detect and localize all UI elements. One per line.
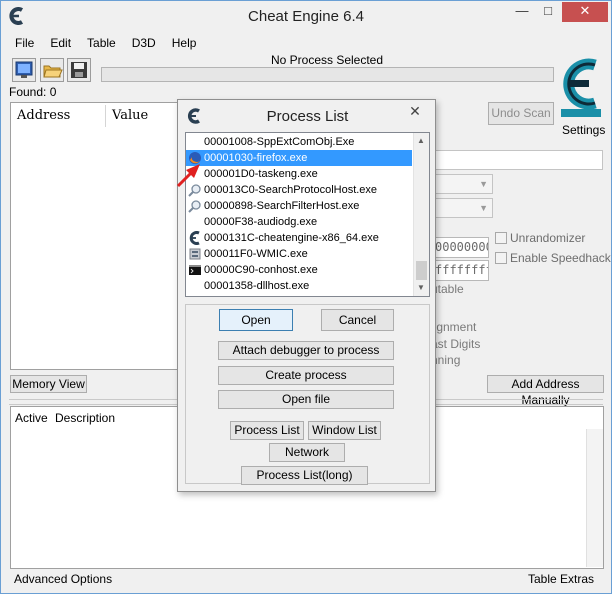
attach-debugger-button[interactable]: Attach debugger to process (218, 341, 394, 360)
settings-label[interactable]: Settings (562, 123, 605, 137)
network-tab-button[interactable]: Network (269, 443, 345, 462)
process-name: 0000131C-cheatengine-x86_64.exe (204, 232, 379, 244)
process-list-long-button[interactable]: Process List(long) (241, 466, 368, 485)
scroll-down-icon[interactable]: ▼ (417, 283, 425, 292)
save-icon (71, 62, 87, 78)
alignment-option-label: lignment (431, 320, 477, 334)
process-listbox[interactable]: 00001008-SppExtComObj.Exe 00001030-firef… (185, 132, 430, 297)
value-type-select[interactable]: ▼ (431, 198, 493, 218)
search-icon (188, 200, 201, 213)
undo-scan-button[interactable]: Undo Scan (488, 102, 554, 125)
column-value[interactable]: Value (106, 105, 186, 127)
process-list-scrollbar[interactable]: ▲ ▼ (413, 133, 429, 296)
process-row[interactable]: 000001D0-taskeng.exe (186, 166, 412, 182)
title-bar: Cheat Engine 6.4 — □ ✕ (1, 1, 611, 32)
cheat-engine-logo-icon[interactable] (555, 53, 607, 119)
add-address-manually-button[interactable]: Add Address Manually (487, 375, 604, 407)
scan-value-input[interactable] (431, 150, 603, 170)
minimize-button[interactable]: — (509, 2, 535, 22)
create-process-button[interactable]: Create process (218, 366, 394, 385)
checkbox-box (495, 232, 507, 244)
open-file-button[interactable]: Open file (218, 390, 394, 409)
scan-type-select[interactable]: ▼ (431, 174, 493, 194)
window-list-tab-button[interactable]: Window List (308, 421, 381, 440)
console-icon (189, 265, 201, 275)
speedhack-label: Enable Speedhack (510, 251, 611, 265)
process-name: 00001030-firefox.exe (204, 152, 308, 164)
unrandomizer-label: Unrandomizer (510, 231, 586, 245)
column-address[interactable]: Address (11, 105, 106, 127)
selected-process-label: No Process Selected (270, 53, 384, 67)
menu-edit[interactable]: Edit (42, 35, 79, 53)
process-name: 00000898-SearchFilterHost.exe (204, 200, 360, 212)
process-name: 00001008-SppExtComObj.Exe (204, 136, 355, 148)
process-row[interactable]: 000013C0-SearchProtocolHost.exe (186, 182, 412, 198)
annotation-arrow-icon (176, 164, 200, 188)
scan-progress-bar (101, 67, 554, 82)
advanced-options-link[interactable]: Advanced Options (14, 572, 112, 586)
process-list-tab-button[interactable]: Process List (230, 421, 304, 440)
process-row[interactable]: 00001358-dllhost.exe (186, 278, 412, 294)
start-address-input[interactable]: 00000000 (431, 237, 489, 258)
process-name: 00001358-dllhost.exe (204, 280, 310, 292)
menu-help[interactable]: Help (164, 35, 205, 53)
process-name: 000011F0-WMIC.exe (204, 248, 308, 260)
process-name: 00000C90-conhost.exe (204, 264, 318, 276)
menu-bar: File Edit Table D3D Help (7, 35, 204, 53)
chevron-down-icon: ▼ (479, 203, 488, 213)
menu-table[interactable]: Table (79, 35, 124, 53)
cheatengine-icon (189, 231, 200, 245)
scrollbar-thumb[interactable] (416, 261, 427, 280)
wmic-icon (189, 248, 201, 260)
process-row[interactable]: 00001008-SppExtComObj.Exe (186, 134, 412, 150)
menu-d3d[interactable]: D3D (124, 35, 164, 53)
cancel-button[interactable]: Cancel (321, 309, 394, 331)
open-process-icon (15, 61, 33, 78)
scroll-up-icon[interactable]: ▲ (417, 136, 425, 145)
column-description[interactable]: Description (55, 411, 115, 425)
checkbox-box (495, 252, 507, 264)
process-name: 000013C0-SearchProtocolHost.exe (204, 184, 378, 196)
process-row-selected[interactable]: 00001030-firefox.exe (186, 150, 412, 166)
process-name: 000001D0-taskeng.exe (204, 168, 318, 180)
unrandomizer-checkbox[interactable]: Unrandomizer (495, 231, 585, 245)
save-button[interactable] (67, 58, 91, 82)
maximize-button[interactable]: □ (535, 2, 561, 22)
process-name: 00000F38-audiodg.exe (204, 216, 318, 228)
stop-address-input[interactable]: ffffffff (431, 260, 489, 281)
open-button[interactable]: Open (219, 309, 293, 331)
process-row[interactable]: 00000F38-audiodg.exe (186, 214, 412, 230)
chevron-down-icon: ▼ (479, 179, 488, 189)
process-row[interactable]: 00000C90-conhost.exe (186, 262, 412, 278)
process-list-dialog: Process List ✕ 00001008-SppExtComObj.Exe… (177, 99, 436, 492)
menu-file[interactable]: File (7, 35, 42, 53)
open-file-icon (43, 65, 63, 78)
process-row[interactable]: 0000131C-cheatengine-x86_64.exe (186, 230, 412, 246)
process-row[interactable]: 00000898-SearchFilterHost.exe (186, 198, 412, 214)
open-process-button[interactable] (12, 58, 36, 82)
dialog-close-button[interactable]: ✕ (400, 102, 430, 122)
process-row[interactable]: 000011F0-WMIC.exe (186, 246, 412, 262)
column-active[interactable]: Active (15, 411, 48, 425)
close-button[interactable]: ✕ (562, 2, 608, 22)
found-count: Found: 0 (9, 85, 57, 99)
dialog-title: Process List (266, 108, 349, 125)
open-file-button[interactable] (40, 58, 64, 82)
speedhack-checkbox[interactable]: Enable Speedhack (495, 251, 611, 265)
memory-view-button[interactable]: Memory View (10, 375, 87, 393)
last-digits-option-label: ast Digits (431, 337, 481, 351)
table-extras-link[interactable]: Table Extras (528, 572, 594, 586)
cheat-table-scrollbar[interactable] (586, 429, 603, 567)
